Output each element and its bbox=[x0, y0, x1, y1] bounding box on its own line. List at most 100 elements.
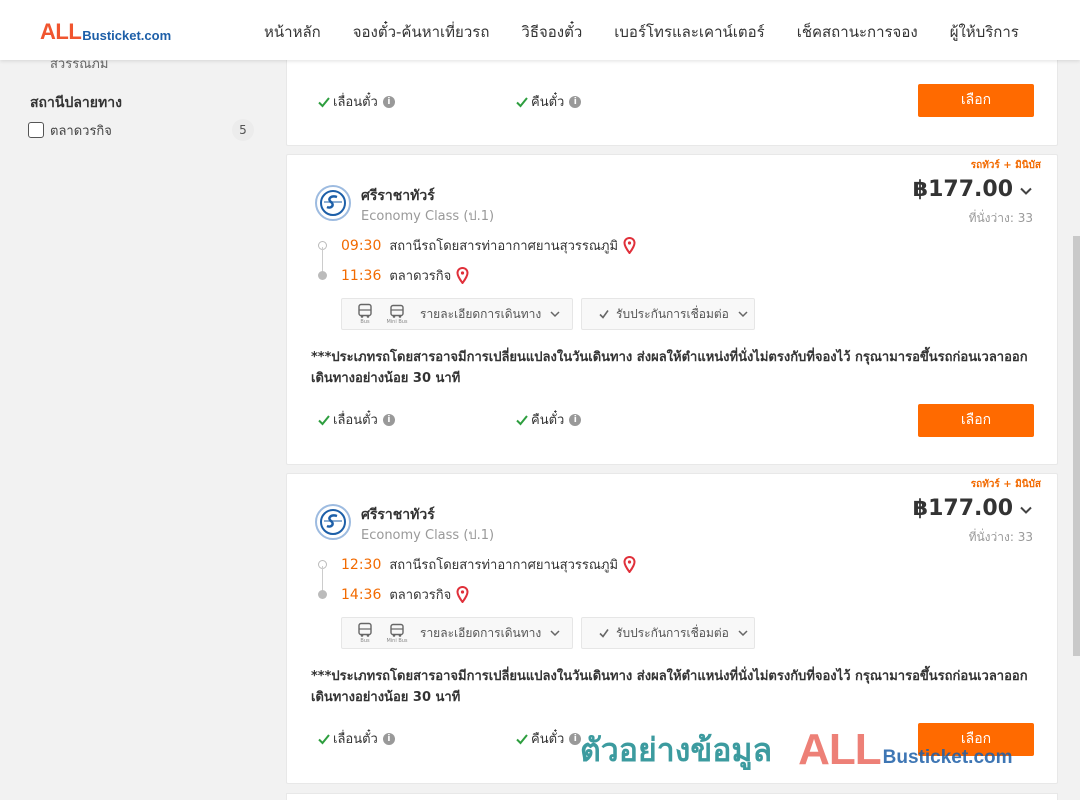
trip-price: ฿177.00 bbox=[912, 177, 1013, 202]
connection-insurance-toggle[interactable]: รับประกันการเชื่อมต่อ bbox=[581, 298, 755, 330]
arrival-time: 11:36 bbox=[341, 267, 382, 284]
vehicle-type-tag: รถทัวร์ + มินิบัส bbox=[970, 479, 1041, 490]
change-ticket-label: เลื่อนตั๋ว bbox=[333, 732, 378, 747]
trip-card-next-peek bbox=[286, 793, 1058, 800]
trip-detail-toggle[interactable]: Bus Mini Bus รายละเอียดการเดินทาง bbox=[341, 298, 573, 330]
info-icon[interactable]: i bbox=[569, 413, 582, 426]
destination-filter-label: ตลาดวรกิจ bbox=[50, 123, 112, 139]
seat-class: Economy Class (ป.1) bbox=[361, 528, 495, 543]
info-icon[interactable]: i bbox=[569, 732, 582, 745]
chevron-down-icon bbox=[738, 311, 748, 318]
trip-detail-toggle[interactable]: Bus Mini Bus รายละเอียดการเดินทาง bbox=[341, 617, 573, 649]
map-pin-icon[interactable] bbox=[456, 267, 469, 284]
refund-ticket-label: คืนตั๋ว bbox=[531, 95, 565, 110]
arrival-place: ตลาดวรกิจ bbox=[389, 588, 452, 603]
refund-ticket-policy: คืนตั๋ว i bbox=[515, 91, 582, 112]
departure-stop: 12:30 สถานีรถโดยสารท่าอากาศยานสุวรรณภูมิ bbox=[341, 554, 636, 575]
map-pin-icon[interactable] bbox=[623, 556, 636, 573]
destination-checkbox[interactable] bbox=[28, 122, 44, 138]
info-icon[interactable]: i bbox=[382, 732, 395, 745]
departure-place: สถานีรถโดยสารท่าอากาศยานสุวรรณภูมิ bbox=[389, 239, 619, 254]
trip-notice: ***ประเภทรถโดยสารอาจมีการเปลี่ยนแปลงในวั… bbox=[311, 669, 1028, 705]
refund-ticket-label: คืนตั๋ว bbox=[531, 732, 565, 747]
change-ticket-policy: เลื่อนตั๋ว i bbox=[317, 409, 395, 430]
connection-insurance-toggle[interactable]: รับประกันการเชื่อมต่อ bbox=[581, 617, 755, 649]
timeline-line bbox=[322, 247, 323, 273]
select-trip-button[interactable]: เลือก bbox=[918, 84, 1034, 117]
nav-home[interactable]: หน้าหลัก bbox=[264, 20, 321, 44]
check-icon bbox=[599, 629, 609, 638]
logo-busticket-text: Busticket.com bbox=[82, 28, 172, 43]
minibus-icon: Mini Bus bbox=[384, 303, 410, 325]
check-icon bbox=[318, 96, 330, 107]
operator-name: ศรีราชาทัวร์ bbox=[361, 188, 435, 204]
select-trip-button[interactable]: เลือก bbox=[918, 404, 1034, 437]
seats-available: ที่นั่งว่าง: 33 bbox=[968, 530, 1033, 544]
info-icon[interactable]: i bbox=[382, 95, 395, 108]
departure-place: สถานีรถโดยสารท่าอากาศยานสุวรรณภูมิ bbox=[389, 558, 619, 573]
connection-insurance-label: รับประกันการเชื่อมต่อ bbox=[616, 625, 729, 640]
arrival-stop: 11:36 ตลาดวรกิจ bbox=[341, 265, 469, 286]
info-icon[interactable]: i bbox=[382, 413, 395, 426]
operator-logo bbox=[315, 504, 351, 540]
change-ticket-label: เลื่อนตั๋ว bbox=[333, 413, 378, 428]
change-ticket-policy: เลื่อนตั๋ว i bbox=[317, 728, 395, 749]
trip-detail-label: รายละเอียดการเดินทาง bbox=[420, 306, 542, 321]
scrollbar-thumb[interactable] bbox=[1073, 236, 1080, 656]
chevron-down-icon[interactable] bbox=[1019, 184, 1033, 198]
refund-ticket-policy: คืนตั๋ว i bbox=[515, 409, 582, 430]
change-ticket-label: เลื่อนตั๋ว bbox=[333, 95, 378, 110]
site-header: ALL Busticket.com หน้าหลัก จองตั๋ว-ค้นหา… bbox=[0, 0, 1080, 60]
departure-time: 12:30 bbox=[341, 556, 382, 573]
operator-name: ศรีราชาทัวร์ bbox=[361, 507, 435, 523]
trip-card: รถทัวร์ + มินิบัส ศรีราชาทัวร์ Economy C… bbox=[286, 473, 1058, 784]
seat-class: Economy Class (ป.1) bbox=[361, 209, 495, 224]
nav-contact-counters[interactable]: เบอร์โทรและเคาน์เตอร์ bbox=[614, 20, 764, 44]
chevron-down-icon bbox=[550, 311, 560, 318]
destination-filter-option[interactable]: ตลาดวรกิจ 5 bbox=[28, 119, 254, 141]
main-nav: หน้าหลัก จองตั๋ว-ค้นหาเที่ยวรถ วิธีจองตั… bbox=[264, 20, 1051, 44]
chevron-down-icon[interactable] bbox=[1019, 503, 1033, 517]
minibus-icon-label: Mini Bus bbox=[386, 638, 408, 644]
select-trip-button[interactable]: เลือก bbox=[918, 723, 1034, 756]
change-ticket-policy: เลื่อนตั๋ว i bbox=[317, 91, 395, 112]
site-logo[interactable]: ALL Busticket.com bbox=[40, 19, 172, 44]
chevron-down-icon bbox=[550, 630, 560, 637]
operator-logo bbox=[315, 185, 351, 221]
logo-all-text: ALL bbox=[40, 19, 82, 44]
seats-available: ที่นั่งว่าง: 33 bbox=[968, 211, 1033, 225]
bus-icon-label: Bus bbox=[360, 638, 370, 644]
check-icon bbox=[516, 733, 528, 744]
minibus-icon-label: Mini Bus bbox=[386, 319, 408, 325]
chevron-down-icon bbox=[738, 630, 748, 637]
connection-insurance-label: รับประกันการเชื่อมต่อ bbox=[616, 306, 729, 321]
info-icon[interactable]: i bbox=[569, 95, 582, 108]
map-pin-icon[interactable] bbox=[623, 237, 636, 254]
check-icon bbox=[318, 414, 330, 425]
departure-stop: 09:30 สถานีรถโดยสารท่าอากาศยานสุวรรณภูมิ bbox=[341, 235, 636, 256]
bus-icon-label: Bus bbox=[360, 319, 370, 325]
trip-detail-label: รายละเอียดการเดินทาง bbox=[420, 625, 542, 640]
nav-operators[interactable]: ผู้ให้บริการ bbox=[950, 20, 1019, 44]
map-pin-icon[interactable] bbox=[456, 586, 469, 603]
check-icon bbox=[318, 733, 330, 744]
arrival-place: ตลาดวรกิจ bbox=[389, 269, 452, 284]
arrival-time: 14:36 bbox=[341, 586, 382, 603]
destination-filter-count: 5 bbox=[232, 119, 254, 141]
trip-card: รถทัวร์ + มินิบัส ศรีราชาทัวร์ Economy C… bbox=[286, 154, 1058, 465]
arrival-stop: 14:36 ตลาดวรกิจ bbox=[341, 584, 469, 605]
nav-book-search[interactable]: จองตั๋ว-ค้นหาเที่ยวรถ bbox=[353, 20, 490, 44]
nav-check-booking[interactable]: เช็คสถานะการจอง bbox=[797, 20, 918, 44]
trip-notice: ***ประเภทรถโดยสารอาจมีการเปลี่ยนแปลงในวั… bbox=[311, 350, 1028, 386]
minibus-icon: Mini Bus bbox=[384, 622, 410, 644]
timeline-end-dot bbox=[318, 271, 327, 280]
vehicle-type-tag: รถทัวร์ + มินิบัส bbox=[970, 160, 1041, 171]
timeline-line bbox=[322, 566, 323, 592]
check-icon bbox=[516, 414, 528, 425]
bus-icon: Bus bbox=[352, 622, 378, 644]
destination-filter-title: สถานีปลายทาง bbox=[30, 95, 122, 111]
timeline-end-dot bbox=[318, 590, 327, 599]
nav-how-to-book[interactable]: วิธีจองตั๋ว bbox=[521, 20, 582, 44]
departure-time: 09:30 bbox=[341, 237, 382, 254]
bus-icon: Bus bbox=[352, 303, 378, 325]
